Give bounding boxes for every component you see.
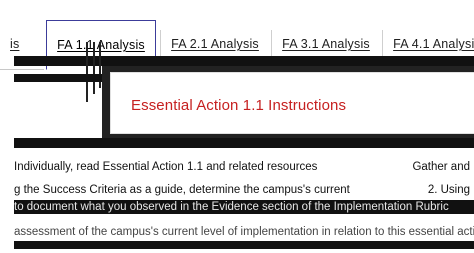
instruction-text-1: Individually, read Essential Action 1.1 … bbox=[14, 161, 318, 173]
instructions-panel: Essential Action 1.1 Instructions bbox=[110, 72, 474, 134]
content-band bbox=[14, 138, 474, 148]
instruction-line-1: Individually, read Essential Action 1.1 … bbox=[14, 161, 474, 173]
header-band-left bbox=[14, 74, 102, 82]
tab-fa-1-1-label: FA 1.1 Analysis bbox=[57, 38, 145, 52]
instruction-step-right-2: 2. Using bbox=[427, 184, 470, 196]
instruction-line-3: to document what you observed in the Evi… bbox=[14, 201, 474, 213]
panel-title: Essential Action 1.1 Instructions bbox=[131, 97, 347, 114]
instruction-text-2: g the Success Criteria as a guide, deter… bbox=[14, 184, 350, 196]
instruction-text-3: to document what you observed in the Evi… bbox=[14, 201, 449, 213]
tab-fa-2-1-label: FA 2.1 Analysis bbox=[171, 37, 259, 51]
instruction-line-4: assessment of the campus's current level… bbox=[14, 226, 474, 238]
instruction-text-4: assessment of the campus's current level… bbox=[14, 226, 474, 238]
instruction-step-right-1: Gather and bbox=[412, 161, 470, 173]
divider-line bbox=[93, 42, 95, 94]
tab-fa-4-1-label: FA 4.1 Analysis bbox=[393, 37, 474, 51]
content-band bbox=[14, 241, 474, 249]
tab-fa-3-1-label: FA 3.1 Analysis bbox=[282, 37, 370, 51]
divider-line bbox=[86, 42, 88, 102]
tab-partial-label: is bbox=[10, 37, 20, 51]
instruction-line-2: g the Success Criteria as a guide, deter… bbox=[14, 184, 474, 196]
